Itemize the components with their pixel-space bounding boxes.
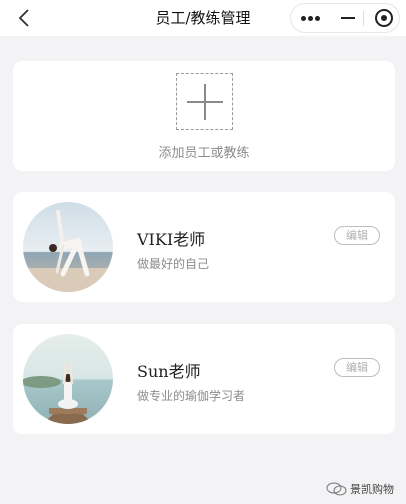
navigation-bar: 员工/教练管理 (0, 0, 406, 36)
staff-motto: 做最好的自己 (137, 257, 210, 271)
staff-card[interactable]: VIKI老师 做最好的自己 编辑 (13, 192, 395, 302)
more-dots-icon-dot (308, 16, 313, 21)
watermark: 景凯购物 (326, 480, 406, 498)
add-staff-label: 添加员工或教练 (158, 146, 250, 161)
minimize-button[interactable] (335, 4, 361, 32)
target-close-icon-dot (381, 15, 387, 21)
plus-icon-bar-v (204, 84, 206, 120)
mini-program-capsule (290, 3, 400, 33)
yoga-meditation-pier-photo (23, 334, 113, 424)
wechat-icon (326, 482, 347, 496)
capsule-divider (363, 11, 364, 26)
avatar (23, 334, 113, 424)
edit-button[interactable]: 编辑 (334, 226, 380, 245)
add-staff-card[interactable]: 添加员工或教练 (13, 61, 395, 171)
watermark-text: 景凯购物 (350, 483, 394, 496)
plus-icon (176, 73, 233, 130)
edit-button[interactable]: 编辑 (334, 358, 380, 377)
more-dots-icon-dot (315, 16, 320, 21)
avatar (23, 202, 113, 292)
staff-card[interactable]: Sun老师 做专业的瑜伽学习者 编辑 (13, 324, 395, 434)
more-button[interactable] (291, 4, 331, 32)
minimize-icon (341, 17, 355, 19)
staff-motto: 做专业的瑜伽学习者 (137, 389, 246, 403)
staff-name: VIKI老师 (137, 230, 206, 249)
close-button[interactable] (369, 4, 399, 32)
staff-name: Sun老师 (137, 362, 201, 381)
yoga-triangle-pose-photo (23, 202, 113, 292)
more-dots-icon (301, 16, 306, 21)
